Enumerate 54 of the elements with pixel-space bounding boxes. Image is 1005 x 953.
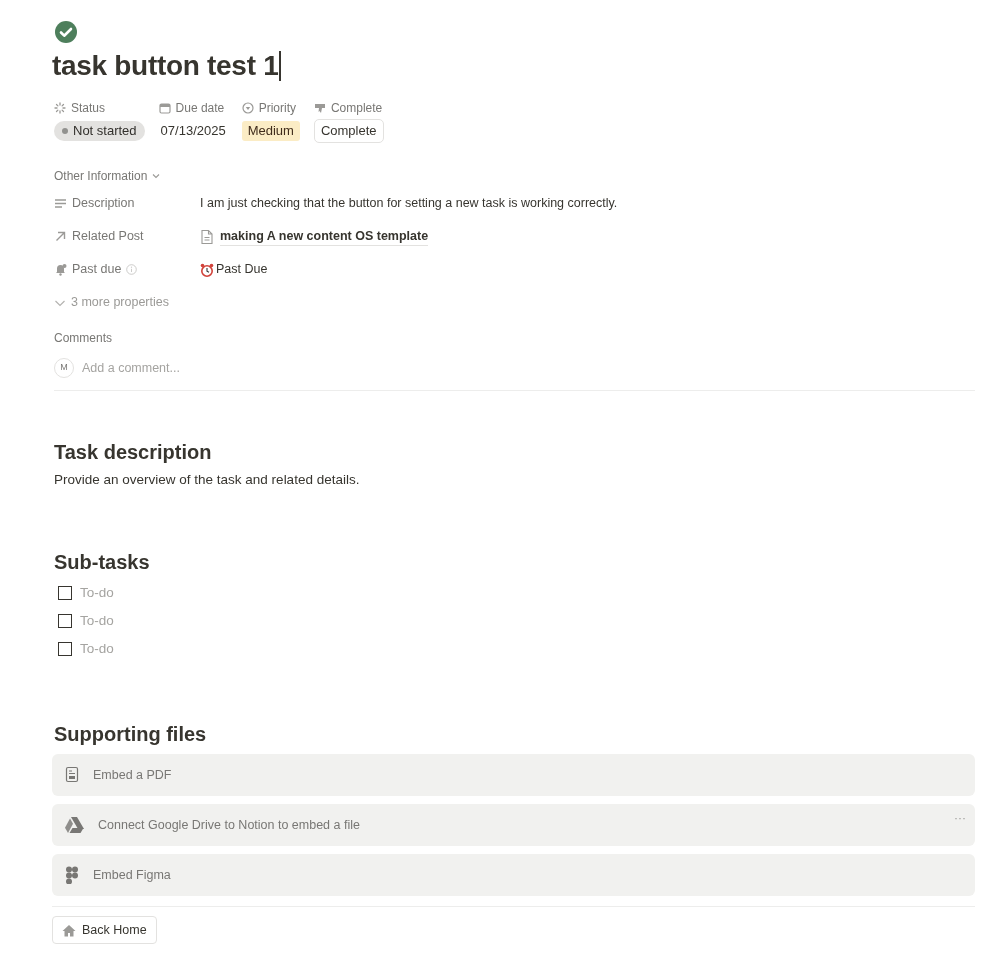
property-label: Complete bbox=[330, 100, 383, 117]
figma-icon bbox=[64, 866, 80, 884]
property-label: Priority bbox=[258, 100, 296, 117]
document-icon bbox=[200, 228, 214, 245]
bell-icon bbox=[54, 263, 67, 276]
complete-button[interactable]: Complete bbox=[313, 119, 384, 143]
pdf-file-icon bbox=[64, 766, 80, 784]
chevron-down-icon bbox=[151, 171, 162, 181]
comment-field[interactable]: Add a comment... bbox=[82, 358, 975, 378]
hand-pointer-icon bbox=[313, 102, 326, 114]
dropdown-circle-icon bbox=[241, 102, 254, 114]
checkbox[interactable] bbox=[58, 642, 72, 656]
more-properties-toggle[interactable]: 3 more properties bbox=[71, 293, 169, 312]
page-title[interactable]: task button test 1 bbox=[52, 46, 279, 86]
arrow-up-right-icon bbox=[54, 230, 67, 243]
priority-tag[interactable]: Medium bbox=[241, 121, 300, 141]
checkbox[interactable] bbox=[58, 586, 72, 600]
related-page-link[interactable]: making A new content OS template bbox=[220, 226, 429, 247]
description-text: I am just checking that the button for setting a new task is working correctly. bbox=[200, 195, 618, 213]
back-home-button[interactable]: Back Home bbox=[52, 916, 157, 944]
embed-label: Embed Figma bbox=[93, 866, 171, 884]
property-label: Related Post bbox=[72, 228, 144, 246]
status-tag[interactable]: Not started bbox=[54, 121, 145, 141]
property-label: Description bbox=[72, 195, 135, 213]
more-button[interactable]: ··· bbox=[954, 809, 966, 827]
embed-block[interactable]: Embed a PDF bbox=[52, 754, 975, 796]
property-label: Due date bbox=[175, 100, 225, 117]
lines-icon bbox=[54, 197, 67, 210]
calendar-icon bbox=[158, 102, 171, 114]
status-dot bbox=[62, 128, 68, 134]
loading-icon bbox=[54, 102, 66, 114]
property-label: Past due bbox=[72, 261, 122, 279]
section-toggle[interactable]: Other Information bbox=[54, 167, 148, 185]
alarm-clock-icon bbox=[200, 262, 214, 277]
todo-text[interactable]: To-do bbox=[80, 610, 114, 632]
checkbox[interactable] bbox=[58, 614, 72, 628]
formula-value: Past Due bbox=[216, 261, 268, 279]
todo-text[interactable]: To-do bbox=[80, 582, 114, 604]
todo-text[interactable]: To-do bbox=[80, 638, 114, 660]
embed-label: Connect Google Drive to Notion to embed a file bbox=[98, 816, 360, 834]
property-label: Status bbox=[71, 100, 106, 117]
section-heading: Supporting files bbox=[54, 722, 208, 747]
triangle-drive-icon bbox=[64, 816, 85, 834]
date-value[interactable]: 07/13/2025 bbox=[158, 121, 228, 141]
embed-block[interactable]: Connect Google Drive to Notion to embed a file ··· bbox=[52, 804, 975, 846]
home-icon bbox=[62, 923, 76, 937]
section-heading: Task description bbox=[54, 440, 213, 465]
section-heading: Sub-tasks bbox=[54, 550, 151, 575]
embed-block[interactable]: Embed Figma bbox=[52, 854, 975, 896]
text-cursor bbox=[279, 51, 281, 81]
embed-label: Embed a PDF bbox=[93, 766, 172, 784]
info-icon bbox=[126, 264, 138, 275]
paragraph: Provide an overview of the task and related details. bbox=[54, 471, 361, 489]
comments-heading: Comments bbox=[54, 330, 113, 347]
